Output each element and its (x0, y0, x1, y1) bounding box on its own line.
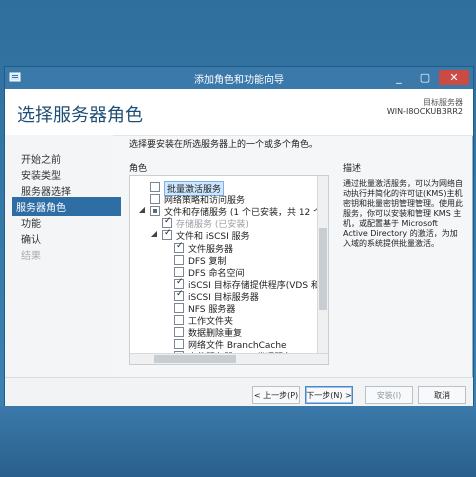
target-server-value: WIN-I8OCKUB3RR2 (386, 107, 463, 116)
cancel-button-label: 取消 (434, 390, 450, 400)
next-button[interactable]: 下一步(N) > (305, 386, 353, 404)
role-checkbox[interactable] (174, 289, 184, 301)
role-label: 网络文件 BranchCache (188, 341, 287, 352)
roles-list[interactable]: 批量激活服务网络策略和访问服务◢文件和存储服务 (1 个已安装，共 12 个)存… (129, 175, 329, 365)
role-checkbox[interactable] (162, 216, 172, 229)
window-controls: _ ▢ ✕ (387, 70, 469, 85)
role-label: DFS 命名空间 (188, 268, 245, 279)
minimize-button[interactable]: _ (387, 70, 411, 85)
install-button: 安装(I) (365, 386, 413, 404)
instruction-text: 选择要安装在所选服务器上的一个或多个角色。 (129, 140, 319, 150)
role-label: 文件和 iSCSI 服务 (176, 232, 250, 243)
role-label: 存储服务 (已安装) (176, 220, 249, 231)
role-label: iSCSI 目标服务器 (188, 292, 259, 303)
role-checkbox[interactable] (174, 315, 184, 326)
role-checkbox[interactable] (174, 303, 184, 313)
role-checkbox[interactable] (150, 206, 160, 217)
previous-button[interactable]: < 上一步(P) (252, 386, 300, 404)
next-button-label: 下一步(N) > (306, 390, 352, 400)
role-label: iSCSI 目标存储提供程序(VDS 和 VSS 硬件) (188, 280, 328, 291)
description-label: 描述 (343, 164, 362, 174)
taskbar-area (0, 406, 476, 477)
role-checkbox[interactable] (174, 254, 184, 265)
expand-collapse-icon[interactable]: ◢ (138, 206, 146, 214)
maximize-button[interactable]: ▢ (413, 70, 437, 85)
role-label: 工作文件夹 (188, 317, 234, 328)
cancel-button[interactable]: 取消 (418, 386, 466, 404)
role-label: NFS 服务器 (188, 305, 236, 315)
nav-item-results: 结果 (21, 251, 41, 262)
close-button[interactable]: ✕ (439, 70, 469, 85)
role-label: 网络策略和访问服务 (164, 196, 246, 207)
role-checkbox[interactable] (174, 339, 184, 350)
wizard-footer: < 上一步(P) 下一步(N) > 安装(I) 取消 (5, 377, 473, 408)
role-checkbox[interactable] (174, 241, 184, 253)
roles-horizontal-scrollbar[interactable] (130, 353, 328, 364)
content-area: 选择要安装在所选服务器上的一个或多个角色。 角色 描述 批量激活服务 网络策略和访… (129, 135, 469, 377)
role-label: DFS 复制 (188, 256, 227, 267)
minimize-icon: _ (396, 71, 402, 84)
title-bar: 添加角色和功能向导 _ ▢ ✕ (5, 67, 473, 89)
install-button-label: 安装(I) (376, 390, 402, 400)
close-icon: ✕ (449, 71, 459, 84)
description-text: 通过批量激活服务，可以为网络自动执行并简化的许可证(KMS)主机密钥和批量密钥管… (343, 179, 463, 248)
role-checkbox[interactable] (174, 327, 184, 338)
page-title: 选择服务器角色 (17, 105, 143, 126)
roles-label: 角色 (129, 164, 148, 174)
role-label: 文件服务器 (188, 244, 234, 255)
previous-button-label: < 上一步(P) (253, 390, 299, 400)
maximize-icon: ▢ (419, 71, 431, 84)
horizontal-scroll-thumb[interactable] (154, 355, 236, 363)
role-checkbox[interactable] (174, 266, 184, 277)
role-checkbox[interactable] (162, 228, 172, 241)
vertical-scroll-thumb[interactable] (319, 228, 327, 310)
wizard-window: 添加角色和功能向导 _ ▢ ✕ 选择服务器角色 目标服务器 WIN-I8OCKU… (4, 66, 474, 408)
wizard-navigation: 开始之前 安装类型 服务器选择 服务器角色 功能 确认 结果 (5, 135, 121, 377)
wizard-header: 选择服务器角色 目标服务器 WIN-I8OCKUB3RR2 (5, 89, 473, 136)
roles-vertical-scrollbar[interactable] (317, 176, 328, 364)
role-label: 文件和存储服务 (1 个已安装，共 12 个) (164, 208, 326, 219)
role-checkbox[interactable] (150, 194, 160, 205)
expand-collapse-icon[interactable]: ◢ (150, 230, 158, 238)
role-checkbox[interactable] (150, 182, 160, 192)
role-label: 数据删除重复 (188, 329, 243, 340)
role-checkbox[interactable] (174, 277, 184, 289)
